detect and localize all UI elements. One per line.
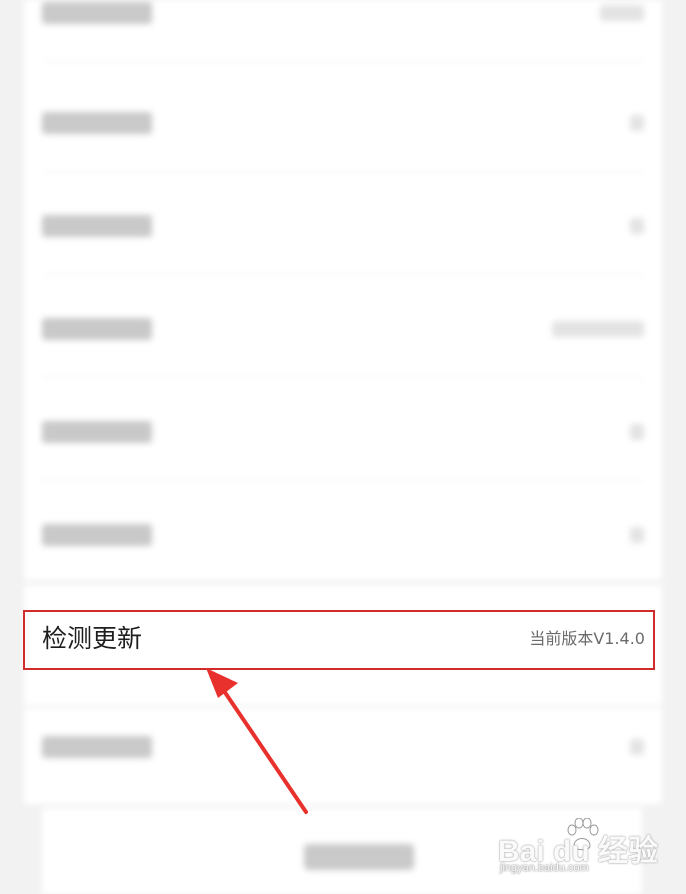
watermark-url: jingyan.baidu.com xyxy=(500,862,589,874)
baidu-watermark: Bai du 经验 jingyan.baidu.com xyxy=(498,818,658,882)
pointer-arrow-icon xyxy=(206,668,308,814)
